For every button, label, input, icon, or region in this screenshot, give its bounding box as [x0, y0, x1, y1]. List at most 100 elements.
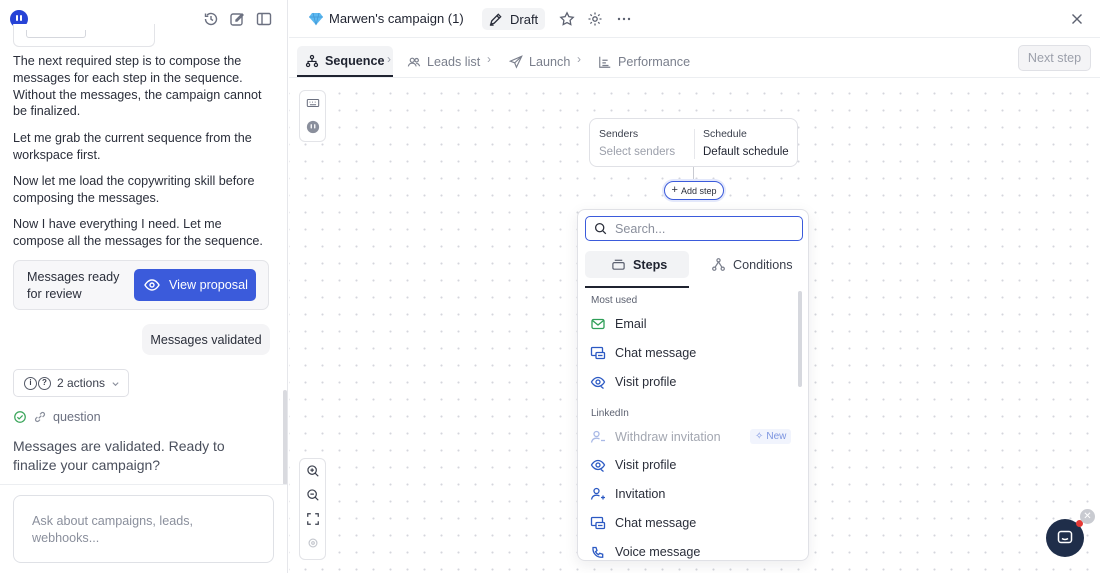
tab-performance[interactable]: Performance	[590, 46, 698, 77]
email-icon	[591, 318, 605, 330]
new-chat-icon[interactable]	[229, 11, 245, 27]
next-step-button[interactable]: Next step	[1018, 45, 1091, 71]
section-most-used: Most used	[591, 295, 638, 306]
step-connector	[693, 167, 694, 181]
sidebar-toggle-icon[interactable]	[256, 11, 272, 27]
tab-conditions[interactable]: Conditions	[711, 251, 803, 278]
chat-input[interactable]	[32, 513, 257, 551]
zoom-controls	[299, 458, 326, 560]
messages-ready-label: Messages ready for review	[27, 270, 120, 301]
zoom-in-icon[interactable]	[300, 459, 325, 483]
chevron-right-icon: ›	[577, 52, 581, 66]
chat-bubble-icon	[1057, 530, 1073, 544]
assistant-icon[interactable]	[300, 115, 325, 139]
chat-message: Now I have everything I need. Let me com…	[13, 217, 263, 248]
history-icon[interactable]	[203, 11, 219, 27]
step-list-scrollbar[interactable]	[798, 291, 802, 387]
sparkle-icon: ✧	[755, 431, 764, 442]
divider	[0, 484, 287, 485]
help-icon: ?	[38, 376, 51, 390]
schedule-value[interactable]: Default schedule	[703, 146, 789, 158]
view-proposal-label: View proposal	[169, 278, 248, 292]
step-visit-profile-label: Visit profile	[615, 375, 677, 389]
tab-conditions-label: Conditions	[733, 257, 793, 272]
actions-label: 2 actions	[57, 376, 106, 390]
fit-view-icon[interactable]	[300, 507, 325, 531]
chevron-down-icon	[112, 381, 119, 386]
schedule-title: Schedule	[703, 128, 747, 140]
plus-icon: +	[671, 184, 678, 196]
step-invitation[interactable]: Invitation	[590, 482, 790, 506]
tab-leads-label: Leads list	[427, 54, 481, 69]
step-chat-message-label: Chat message	[615, 346, 697, 360]
tab-launch[interactable]: Launch	[501, 46, 578, 77]
add-step-button[interactable]: + Add step	[664, 181, 724, 200]
tab-sequence-label: Sequence	[325, 53, 385, 68]
step-picker-panel: Steps Conditions Most used Email Chat me…	[577, 209, 809, 561]
actions-toggle[interactable]: i ? 2 actions	[13, 369, 129, 397]
campaign-gem-icon	[309, 12, 323, 26]
chat-message: Let me grab the current sequence from th…	[13, 131, 252, 162]
step-visit-profile[interactable]: Visit profile	[590, 370, 790, 394]
campaign-title[interactable]: Marwen's campaign (1)	[329, 11, 464, 26]
more-icon[interactable]	[616, 11, 632, 27]
step-chat-message-linkedin-label: Chat message	[615, 516, 697, 530]
senders-value[interactable]: Select senders	[599, 146, 675, 158]
view-proposal-button[interactable]: View proposal	[134, 269, 256, 301]
tab-leads[interactable]: Leads list	[399, 46, 488, 77]
dismiss-icon[interactable]: ✕	[1080, 509, 1095, 524]
step-voice-message[interactable]: Voice message	[590, 540, 790, 560]
step-withdraw-invitation: Withdraw invitation ✧ New	[590, 425, 792, 449]
pencil-icon	[489, 12, 502, 26]
campaign-tabs: Sequence › Leads list › Launch › Perform…	[289, 38, 1100, 78]
close-icon[interactable]	[1069, 11, 1085, 27]
divider	[694, 129, 695, 159]
visit-profile-icon	[590, 376, 606, 390]
step-chat-message-linkedin[interactable]: Chat message	[590, 511, 790, 535]
new-badge-label: New	[766, 431, 787, 442]
keyboard-icon[interactable]	[300, 91, 325, 115]
chat-message: The next required step is to compose the…	[13, 54, 262, 119]
messages-ready-card: Messages ready for review View proposal	[13, 260, 269, 310]
chat-message-icon	[590, 516, 606, 530]
step-visit-profile-linkedin[interactable]: Visit profile	[590, 453, 790, 477]
withdraw-invitation-icon	[590, 430, 605, 443]
tab-steps[interactable]: Steps	[585, 251, 689, 278]
step-chat-message[interactable]: Chat message	[590, 341, 790, 365]
invitation-icon	[590, 487, 605, 500]
search-input[interactable]	[615, 221, 785, 236]
eye-icon	[144, 279, 160, 291]
chevron-right-icon: ›	[387, 52, 391, 66]
tab-sequence[interactable]: Sequence	[297, 46, 393, 77]
status-badge[interactable]: Draft	[482, 8, 545, 30]
step-withdraw-invitation-label: Withdraw invitation	[615, 430, 721, 444]
zoom-out-icon[interactable]	[300, 483, 325, 507]
chat-scrollbar[interactable]	[283, 390, 287, 485]
center-view-icon[interactable]	[300, 531, 325, 555]
step-email-label: Email	[615, 317, 647, 331]
chat-message: Now let me load the copywriting skill be…	[13, 174, 255, 205]
step-email[interactable]: Email	[590, 312, 790, 336]
check-circle-icon	[14, 411, 26, 423]
gear-icon[interactable]	[587, 11, 603, 27]
canvas-toolbar-top	[299, 90, 326, 142]
tab-performance-label: Performance	[618, 54, 691, 69]
tab-launch-label: Launch	[529, 54, 571, 69]
clipped-attachment	[13, 24, 155, 47]
chat-message-icon	[590, 346, 606, 360]
step-visit-profile-linkedin-label: Visit profile	[615, 458, 677, 472]
conditions-icon	[712, 258, 725, 271]
new-badge: ✧ New	[750, 429, 792, 444]
senders-schedule-card[interactable]: Senders Select senders Schedule Default …	[589, 118, 798, 167]
add-step-label: Add step	[680, 185, 717, 196]
voice-message-icon	[592, 546, 604, 558]
chevron-right-icon: ›	[487, 52, 491, 66]
active-tab-indicator	[585, 286, 689, 288]
step-invitation-label: Invitation	[615, 487, 666, 501]
send-icon	[509, 54, 523, 69]
question-row: question	[13, 410, 101, 424]
step-voice-message-label: Voice message	[615, 545, 701, 559]
section-linkedin: LinkedIn	[591, 408, 629, 419]
star-icon[interactable]	[559, 11, 575, 27]
info-icon: i	[24, 376, 37, 390]
